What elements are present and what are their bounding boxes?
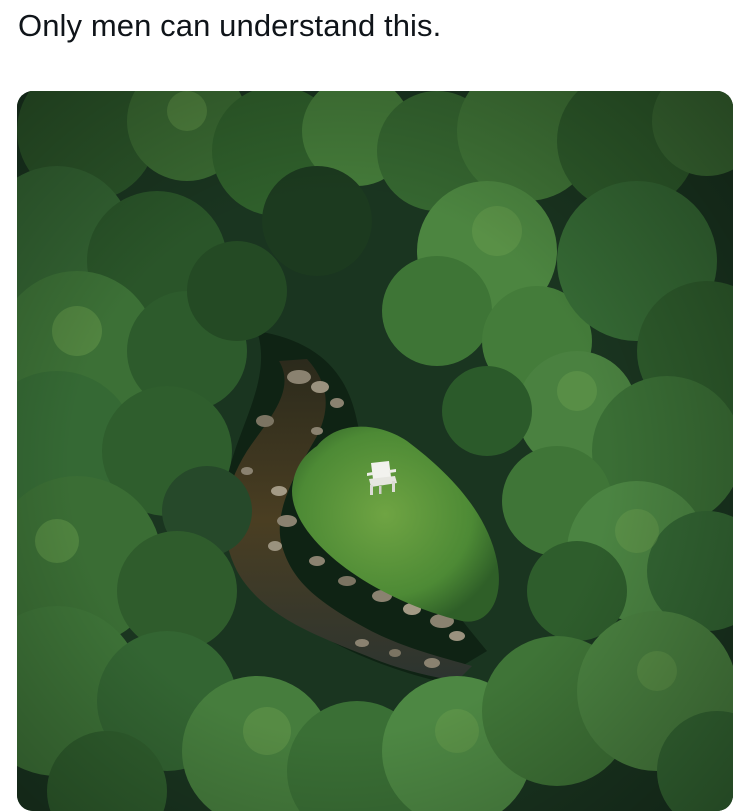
forest-photo: [17, 91, 733, 811]
vignette: [17, 91, 733, 811]
post-text: Only men can understand this.: [18, 8, 442, 43]
post-image[interactable]: [17, 91, 733, 811]
